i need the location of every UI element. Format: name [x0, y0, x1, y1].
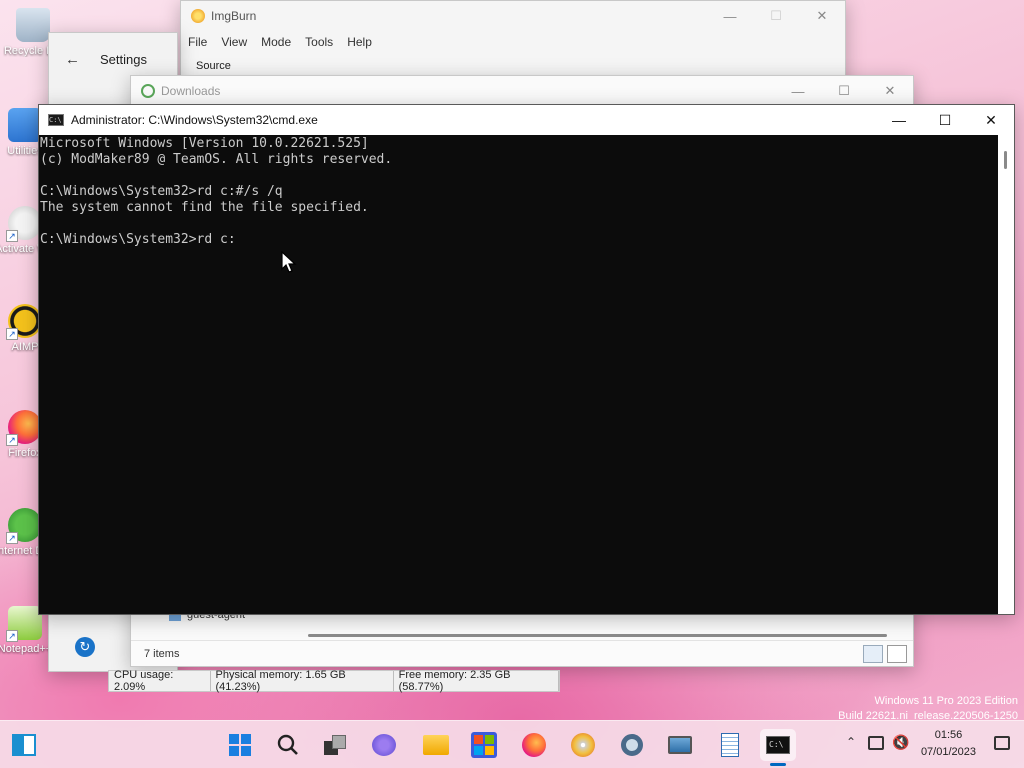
vertical-scrollbar[interactable] — [998, 135, 1014, 614]
notepad-plus-icon: ↗ — [6, 606, 42, 642]
terminal-button[interactable]: C:\ — [760, 729, 796, 761]
back-arrow-icon[interactable]: ← — [65, 51, 80, 68]
download-manager-icon: ↗ — [6, 508, 42, 544]
device-manager-button[interactable] — [664, 729, 696, 761]
menu-mode[interactable]: Mode — [261, 35, 291, 49]
mouse-cursor-icon — [281, 251, 297, 273]
task-view-icon — [324, 735, 348, 755]
notepad-icon — [721, 733, 739, 757]
imgburn-button[interactable] — [567, 729, 599, 761]
close-button[interactable]: ✕ — [968, 105, 1014, 135]
cmd-app-icon: C:\ — [48, 114, 64, 126]
menu-view[interactable]: View — [221, 35, 247, 49]
shortcut-arrow-icon: ↗ — [6, 230, 18, 242]
settings-icon — [621, 734, 643, 756]
teams-chat-button[interactable] — [368, 729, 400, 761]
scrollbar-thumb[interactable] — [1004, 151, 1007, 169]
notepad-button[interactable] — [714, 729, 746, 761]
horizontal-scrollbar[interactable] — [308, 634, 887, 637]
terminal-line: The system cannot find the file specifie… — [40, 200, 369, 215]
start-icon — [229, 734, 251, 756]
maximize-button[interactable]: ☐ — [753, 1, 799, 31]
widgets-button[interactable] — [8, 729, 40, 761]
network-icon[interactable] — [868, 736, 884, 750]
notification-icon[interactable] — [994, 736, 1010, 750]
minimize-button[interactable]: — — [775, 76, 821, 106]
store-button[interactable] — [468, 729, 500, 761]
search-icon — [277, 734, 298, 755]
shortcut-arrow-icon: ↗ — [6, 532, 18, 544]
shortcut-arrow-icon: ↗ — [6, 630, 18, 642]
imgburn-menubar: File View Mode Tools Help — [181, 31, 845, 53]
file-explorer-button[interactable] — [420, 729, 452, 761]
task-view-button[interactable] — [320, 729, 352, 761]
terminal-line: C:\Windows\System32>rd c:#/s /q — [40, 184, 283, 199]
source-group-label: Source — [196, 60, 231, 72]
settings-title: Settings — [100, 51, 147, 67]
maximize-button[interactable]: ☐ — [922, 105, 968, 135]
imgburn-app-icon — [191, 9, 205, 23]
settings-button[interactable] — [616, 729, 648, 761]
settings-sync-icon[interactable]: ↻ — [75, 637, 95, 657]
start-button[interactable] — [224, 729, 256, 761]
terminal-icon: C:\ — [766, 736, 790, 754]
downloads-title: Downloads — [161, 84, 221, 98]
imgburn-title: ImgBurn — [211, 9, 257, 23]
menu-tools[interactable]: Tools — [305, 35, 333, 49]
device-manager-icon — [668, 736, 692, 754]
free-memory: Free memory: 2.35 GB (58.77%) — [394, 669, 559, 693]
shortcut-arrow-icon: ↗ — [6, 328, 18, 340]
downloads-titlebar[interactable]: Downloads — ☐ ✕ — [131, 76, 913, 106]
physical-memory: Physical memory: 1.65 GB (41.23%) — [211, 669, 394, 693]
cmd-window[interactable]: C:\ Administrator: C:\Windows\System32\c… — [38, 104, 1015, 615]
close-button[interactable]: ✕ — [867, 76, 913, 106]
shortcut-arrow-icon: ↗ — [6, 434, 18, 446]
downloads-app-icon — [141, 84, 155, 98]
maximize-button[interactable]: ☐ — [821, 76, 867, 106]
close-button[interactable]: ✕ — [799, 1, 845, 31]
menu-help[interactable]: Help — [347, 35, 372, 49]
taskbar: C:\ ⌃ 🔇 01:56 07/01/2023 — [0, 720, 1024, 768]
cmd-title: Administrator: C:\Windows\System32\cmd.e… — [71, 113, 318, 127]
desktop-icon-label: Notepad++ — [0, 643, 53, 655]
firefox-icon — [522, 733, 546, 757]
active-app-indicator — [770, 763, 786, 766]
terminal-prompt-line: C:\Windows\System32>rd c: — [40, 232, 236, 247]
clock-date: 07/01/2023 — [920, 746, 976, 758]
widgets-icon — [12, 734, 36, 756]
search-button[interactable] — [272, 729, 304, 761]
terminal-output[interactable]: Microsoft Windows [Version 10.0.22621.52… — [39, 135, 998, 614]
item-count: 7 items — [144, 647, 180, 660]
aimp-icon: ↗ — [6, 304, 42, 340]
clock-time: 01:56 — [934, 729, 963, 741]
cmd-titlebar[interactable]: C:\ Administrator: C:\Windows\System32\c… — [39, 105, 1014, 135]
watermark-edition: Windows 11 Pro 2023 Edition — [874, 695, 1019, 707]
process-explorer-statusbar: CPU usage: 2.09% Physical memory: 1.65 G… — [108, 669, 560, 693]
file-explorer-icon — [423, 735, 449, 755]
recycle-bin-icon — [16, 8, 50, 42]
disc-burner-icon — [571, 733, 595, 757]
explorer-statusbar: 7 items — [131, 640, 913, 666]
minimize-button[interactable]: — — [707, 1, 753, 31]
details-view-button[interactable] — [863, 644, 883, 663]
minimize-button[interactable]: — — [876, 105, 922, 135]
tiles-view-button[interactable] — [887, 644, 907, 663]
show-hidden-icons-chevron-icon[interactable]: ⌃ — [846, 735, 856, 749]
terminal-line: Microsoft Windows [Version 10.0.22621.52… — [40, 136, 369, 151]
activation-key-icon: ↗ — [6, 206, 42, 242]
system-clock[interactable]: 01:56 07/01/2023 — [921, 727, 976, 761]
firefox-button[interactable] — [518, 729, 550, 761]
cpu-usage: CPU usage: 2.09% — [109, 669, 211, 693]
menu-file[interactable]: File — [188, 35, 207, 49]
teams-icon — [372, 734, 396, 756]
volume-muted-icon[interactable]: 🔇 — [892, 734, 909, 751]
imgburn-titlebar[interactable]: ImgBurn — ☐ ✕ — [181, 1, 845, 31]
folder-blue-icon — [8, 108, 42, 142]
terminal-line: (c) ModMaker89 @ TeamOS. All rights rese… — [40, 152, 393, 167]
firefox-icon: ↗ — [6, 410, 42, 446]
store-icon — [471, 732, 497, 758]
